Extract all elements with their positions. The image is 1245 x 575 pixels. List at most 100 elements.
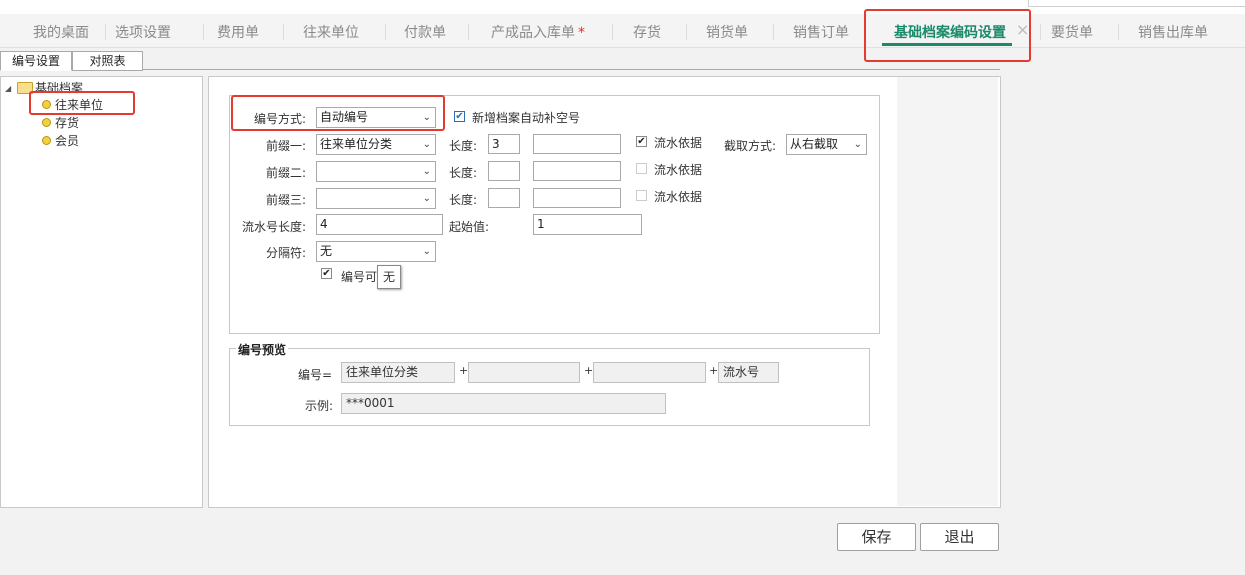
prefix1-extra-input[interactable] xyxy=(533,134,621,154)
prefix2-select[interactable]: ⌄ xyxy=(316,161,436,182)
autofill-label: 新增档案自动补空号 xyxy=(472,111,581,125)
folder-icon xyxy=(17,82,33,94)
preview-part2 xyxy=(468,362,580,383)
separator-label: 分隔符: xyxy=(265,246,306,260)
tab-finished-goods[interactable]: 产成品入库单 * xyxy=(491,14,585,47)
subtab-mapping[interactable]: 对照表 xyxy=(72,51,143,71)
tree-item-label: 存货 xyxy=(55,116,80,130)
tree-item-member[interactable]: 会员 xyxy=(55,132,79,149)
leaf-dot-icon xyxy=(42,118,51,127)
method-label: 编号方式: xyxy=(253,112,306,126)
preview-part3 xyxy=(593,362,706,383)
autofill-checkbox[interactable]: ✔ xyxy=(454,111,465,122)
unsaved-star: * xyxy=(578,25,585,41)
separator-select[interactable]: 无 ⌄ xyxy=(316,241,436,262)
tab-sales-order[interactable]: 销售订单 xyxy=(793,14,849,47)
tab-separator xyxy=(468,24,469,40)
tooltip: 无 xyxy=(377,265,401,289)
tree-item-inventory[interactable]: 存货 xyxy=(55,114,79,131)
tab-requisition[interactable]: 要货单 xyxy=(1051,14,1093,47)
tab-expense[interactable]: 费用单 xyxy=(217,14,259,47)
chevron-down-icon: ⌄ xyxy=(422,193,431,204)
tab-partners[interactable]: 往来单位 xyxy=(303,14,359,47)
example-label: 示例: xyxy=(305,399,334,413)
plus-sign: + xyxy=(709,364,719,377)
prefix2-label: 前缀二: xyxy=(265,166,306,180)
tab-label: 销售订单 xyxy=(793,25,849,41)
tree-item-label: 往来单位 xyxy=(55,98,104,112)
prefix3-select[interactable]: ⌄ xyxy=(316,188,436,209)
prefix3-serial-checkbox[interactable] xyxy=(636,190,647,201)
tab-label: 费用单 xyxy=(217,25,259,41)
chevron-down-icon: ⌄ xyxy=(422,112,431,123)
length-label: 长度: xyxy=(449,166,478,180)
separator-value: 无 xyxy=(320,244,333,258)
close-icon[interactable]: × xyxy=(1016,20,1029,39)
editable-checkbox[interactable]: ✔ xyxy=(321,268,332,279)
prefix1-value: 往来单位分类 xyxy=(320,137,393,151)
preview-part1: 往来单位分类 xyxy=(341,362,455,383)
panel-shade xyxy=(897,77,998,506)
prefix2-serial-checkbox[interactable] xyxy=(636,163,647,174)
tree-panel xyxy=(0,76,203,508)
tab-payment[interactable]: 付款单 xyxy=(404,14,446,47)
tab-inventory[interactable]: 存货 xyxy=(633,14,661,47)
prefix1-select[interactable]: 往来单位分类 ⌄ xyxy=(316,134,436,155)
cut-method-label: 截取方式: xyxy=(724,139,777,153)
tab-label: 往来单位 xyxy=(303,25,359,41)
tab-label: 产成品入库单 xyxy=(491,25,575,41)
prefix3-extra-input[interactable] xyxy=(533,188,621,208)
tab-separator xyxy=(203,24,204,40)
tab-label: 要货单 xyxy=(1051,25,1093,41)
subtab-code-settings[interactable]: 编号设置 xyxy=(0,51,72,71)
tab-bar: 我的桌面 选项设置 费用单 往来单位 付款单 产成品入库单 * 存货 销货单 销售… xyxy=(0,14,1245,48)
subtab-label: 编号设置 xyxy=(11,54,60,68)
tab-separator xyxy=(773,24,774,40)
serial-length-input[interactable]: 4 xyxy=(316,214,443,235)
collapse-icon[interactable]: ◢ xyxy=(5,84,11,93)
tab-separator xyxy=(283,24,284,40)
tree-item-partners[interactable]: 往来单位 xyxy=(55,96,103,113)
tab-label: 存货 xyxy=(633,25,661,41)
editable-label: 编号可 xyxy=(341,270,378,284)
tab-options[interactable]: 选项设置 xyxy=(115,14,171,47)
prefix1-serial-checkbox[interactable]: ✔ xyxy=(636,136,647,147)
code-label: 编号= xyxy=(298,368,333,382)
prefix2-extra-input[interactable] xyxy=(533,161,621,181)
example-value: ***0001 xyxy=(341,393,666,414)
cut-method-select[interactable]: 从右截取 ⌄ xyxy=(786,134,867,155)
prefix2-length-input[interactable] xyxy=(488,161,520,181)
prefix1-label: 前缀一: xyxy=(265,139,306,153)
prefix3-length-input[interactable] xyxy=(488,188,520,208)
serial-length-label: 流水号长度: xyxy=(241,220,306,234)
tab-sales[interactable]: 销货单 xyxy=(706,14,748,47)
leaf-dot-icon xyxy=(42,136,51,145)
length-label: 长度: xyxy=(449,139,478,153)
subtab-label: 对照表 xyxy=(89,54,126,68)
start-label: 起始值: xyxy=(449,220,490,234)
tree-root-label: 基础档案 xyxy=(35,81,84,95)
prefix1-length-input[interactable]: 3 xyxy=(488,134,520,154)
chevron-down-icon: ⌄ xyxy=(422,139,431,150)
preview-box xyxy=(229,348,870,426)
prefix3-label: 前缀三: xyxy=(265,193,306,207)
serial-basis-label: 流水依据 xyxy=(654,136,703,150)
method-value: 自动编号 xyxy=(320,110,369,124)
serial-basis-label: 流水依据 xyxy=(654,190,703,204)
subtab-divider xyxy=(0,69,1000,70)
tab-separator xyxy=(105,24,106,40)
tree-root[interactable]: 基础档案 xyxy=(35,79,83,96)
preview-legend: 编号预览 xyxy=(236,341,289,358)
save-button[interactable]: 保存 xyxy=(837,523,916,551)
top-right-field[interactable] xyxy=(1028,0,1245,7)
tab-sales-outbound[interactable]: 销售出库单 xyxy=(1138,14,1208,47)
method-select[interactable]: 自动编号 ⌄ xyxy=(316,107,436,128)
tab-separator xyxy=(1040,24,1041,40)
chevron-down-icon: ⌄ xyxy=(422,246,431,257)
preview-part4: 流水号 xyxy=(718,362,779,383)
exit-button[interactable]: 退出 xyxy=(920,523,999,551)
tab-my-desktop[interactable]: 我的桌面 xyxy=(33,14,89,47)
tab-label: 我的桌面 xyxy=(33,25,89,41)
start-value-input[interactable]: 1 xyxy=(533,214,642,235)
chevron-down-icon: ⌄ xyxy=(422,166,431,177)
